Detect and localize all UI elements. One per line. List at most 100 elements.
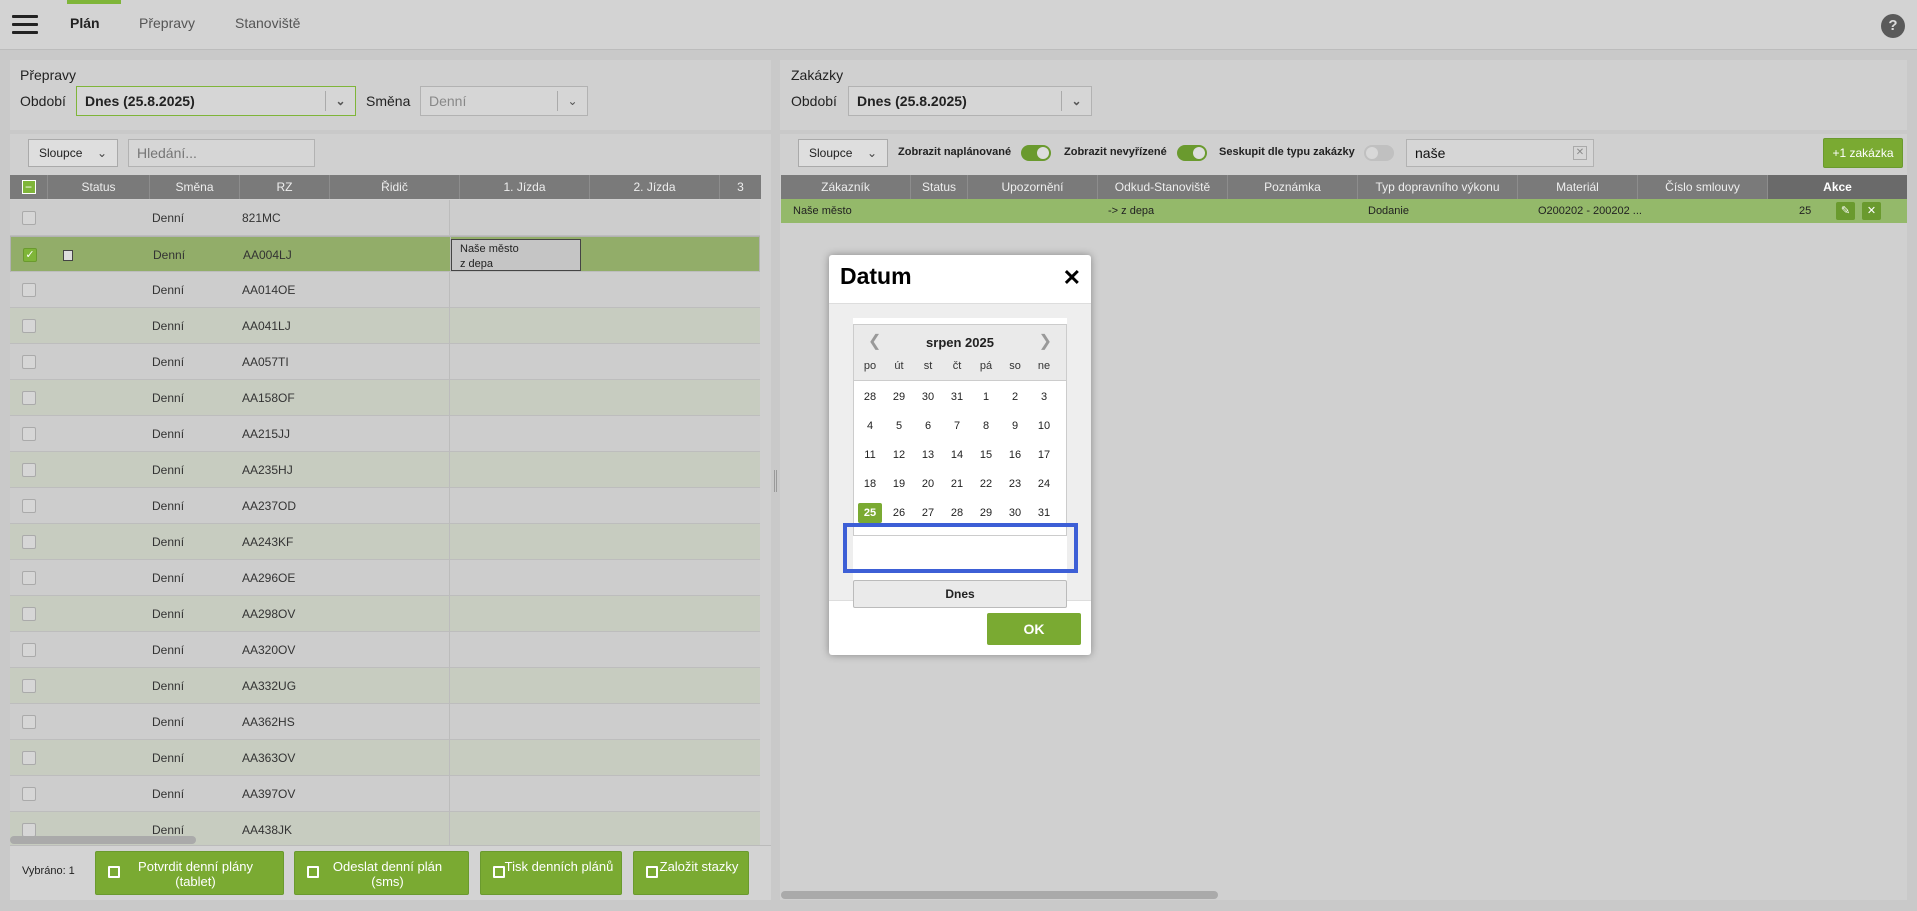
table-row[interactable]: ✓ Denní AA004LJ Naše město z depa bbox=[10, 236, 760, 273]
header-ride-2[interactable]: 2. Jízda bbox=[590, 175, 720, 199]
add-order-button[interactable]: +1 zakázka bbox=[1823, 138, 1903, 168]
clear-icon[interactable]: ✕ bbox=[1573, 146, 1587, 160]
close-icon[interactable]: ✕ bbox=[1063, 265, 1081, 291]
calendar-day[interactable]: 30 bbox=[1003, 503, 1027, 523]
row-checkbox[interactable] bbox=[22, 427, 36, 441]
table-row[interactable]: Denní AA332UG bbox=[10, 668, 760, 704]
calendar-day[interactable]: 21 bbox=[945, 474, 969, 494]
row-checkbox[interactable] bbox=[22, 391, 36, 405]
calendar-day[interactable]: 14 bbox=[945, 445, 969, 465]
row-checkbox[interactable] bbox=[22, 499, 36, 513]
period-select[interactable]: Dnes (25.8.2025) ⌄ bbox=[76, 86, 356, 116]
calendar-day[interactable]: 1 bbox=[974, 387, 998, 407]
ride-cell[interactable]: Naše město z depa bbox=[451, 239, 581, 271]
table-row[interactable]: Denní AA296OE bbox=[10, 560, 760, 596]
row-checkbox[interactable] bbox=[22, 211, 36, 225]
calendar-day[interactable]: 4 bbox=[858, 416, 882, 436]
table-row[interactable]: Denní AA057TI bbox=[10, 344, 760, 380]
header-warning[interactable]: Upozornění bbox=[968, 175, 1098, 199]
calendar-day[interactable]: 24 bbox=[1032, 474, 1056, 494]
calendar-day[interactable]: 22 bbox=[974, 474, 998, 494]
right-search-input[interactable]: naše ✕ bbox=[1406, 139, 1594, 167]
table-row[interactable]: Denní AA397OV bbox=[10, 776, 760, 812]
header-status[interactable]: Status bbox=[48, 175, 150, 199]
table-row[interactable]: Denní AA014OE bbox=[10, 272, 760, 308]
row-checkbox[interactable] bbox=[22, 823, 36, 837]
header-contract[interactable]: Číslo smlouvy bbox=[1638, 175, 1768, 199]
calendar-day[interactable]: 26 bbox=[887, 503, 911, 523]
calendar-day[interactable]: 10 bbox=[1032, 416, 1056, 436]
calendar-day[interactable]: 6 bbox=[916, 416, 940, 436]
table-row[interactable]: Denní AA237OD bbox=[10, 488, 760, 524]
row-checkbox[interactable] bbox=[22, 715, 36, 729]
row-checkbox[interactable] bbox=[22, 535, 36, 549]
send-plan-button[interactable]: Odeslat denní plán (sms) bbox=[294, 851, 469, 895]
toggle-pending[interactable] bbox=[1177, 145, 1207, 161]
header-note[interactable]: Poznámka bbox=[1228, 175, 1358, 199]
calendar-day[interactable]: 9 bbox=[1003, 416, 1027, 436]
right-horizontal-scrollbar[interactable] bbox=[781, 891, 1218, 899]
table-row[interactable]: Denní AA363OV bbox=[10, 740, 760, 776]
table-row[interactable]: Denní AA320OV bbox=[10, 632, 760, 668]
calendar-day[interactable]: 28 bbox=[945, 503, 969, 523]
today-button[interactable]: Dnes bbox=[853, 580, 1067, 608]
menu-icon[interactable] bbox=[12, 15, 38, 35]
header-ride-1[interactable]: 1. Jízda bbox=[460, 175, 590, 199]
toggle-planned[interactable] bbox=[1021, 145, 1051, 161]
tab-plan[interactable]: Plán bbox=[70, 15, 100, 31]
table-row[interactable]: Denní AA362HS bbox=[10, 704, 760, 740]
calendar-day[interactable]: 27 bbox=[916, 503, 940, 523]
calendar-day[interactable]: 30 bbox=[916, 387, 940, 407]
row-checkbox[interactable] bbox=[22, 679, 36, 693]
header-select-all[interactable]: − bbox=[10, 175, 48, 199]
tab-prepravy[interactable]: Přepravy bbox=[139, 15, 195, 31]
row-checkbox[interactable] bbox=[22, 607, 36, 621]
calendar-day[interactable]: 7 bbox=[945, 416, 969, 436]
row-checkbox[interactable] bbox=[22, 463, 36, 477]
row-checkbox[interactable]: ✓ bbox=[23, 248, 37, 262]
help-icon[interactable]: ? bbox=[1881, 14, 1905, 38]
splitter-handle[interactable] bbox=[774, 470, 777, 492]
table-row[interactable]: Denní AA298OV bbox=[10, 596, 760, 632]
horizontal-scrollbar[interactable] bbox=[10, 836, 196, 844]
calendar-day[interactable]: 28 bbox=[858, 387, 882, 407]
next-month-icon[interactable]: ❯ bbox=[1039, 331, 1052, 351]
order-row[interactable]: Naše město -> z depa Dodanie O200202 - 2… bbox=[781, 199, 1907, 223]
calendar-day[interactable]: 18 bbox=[858, 474, 882, 494]
row-checkbox[interactable] bbox=[22, 355, 36, 369]
calendar-day[interactable]: 17 bbox=[1032, 445, 1056, 465]
calendar-day[interactable]: 13 bbox=[916, 445, 940, 465]
confirm-plans-button[interactable]: Potvrdit denní plány (tablet) bbox=[95, 851, 284, 895]
table-row[interactable]: Denní 821MC bbox=[10, 200, 760, 236]
calendar-day[interactable]: 5 bbox=[887, 416, 911, 436]
header-customer[interactable]: Zákazník bbox=[781, 175, 911, 199]
calendar-day[interactable]: 15 bbox=[974, 445, 998, 465]
calendar-day[interactable]: 3 bbox=[1032, 387, 1056, 407]
toggle-group[interactable] bbox=[1364, 145, 1394, 161]
calendar-day[interactable]: 2 bbox=[1003, 387, 1027, 407]
row-checkbox[interactable] bbox=[22, 787, 36, 801]
calendar-day[interactable]: 23 bbox=[1003, 474, 1027, 494]
table-row[interactable]: Denní AA158OF bbox=[10, 380, 760, 416]
row-checkbox[interactable] bbox=[22, 283, 36, 297]
header-from[interactable]: Odkud-Stanoviště bbox=[1098, 175, 1228, 199]
header-shift[interactable]: Směna bbox=[150, 175, 240, 199]
row-checkbox[interactable] bbox=[22, 571, 36, 585]
calendar-day[interactable]: 29 bbox=[974, 503, 998, 523]
columns-button[interactable]: Sloupce ⌄ bbox=[28, 139, 118, 167]
right-period-select[interactable]: Dnes (25.8.2025) ⌄ bbox=[848, 86, 1092, 116]
header-rz[interactable]: RZ bbox=[240, 175, 330, 199]
calendar-day[interactable]: 19 bbox=[887, 474, 911, 494]
row-checkbox[interactable] bbox=[22, 643, 36, 657]
calendar-day[interactable]: 20 bbox=[916, 474, 940, 494]
table-row[interactable]: Denní AA243KF bbox=[10, 524, 760, 560]
header-material[interactable]: Materiál bbox=[1518, 175, 1638, 199]
calendar-day[interactable]: 11 bbox=[858, 445, 882, 465]
calendar-day[interactable]: 31 bbox=[945, 387, 969, 407]
calendar-day[interactable]: 12 bbox=[887, 445, 911, 465]
tab-stanoviste[interactable]: Stanoviště bbox=[235, 15, 300, 31]
calendar-day[interactable]: 29 bbox=[887, 387, 911, 407]
delete-icon[interactable]: ✕ bbox=[1862, 202, 1881, 220]
calendar-day[interactable]: 8 bbox=[974, 416, 998, 436]
row-checkbox[interactable] bbox=[22, 751, 36, 765]
